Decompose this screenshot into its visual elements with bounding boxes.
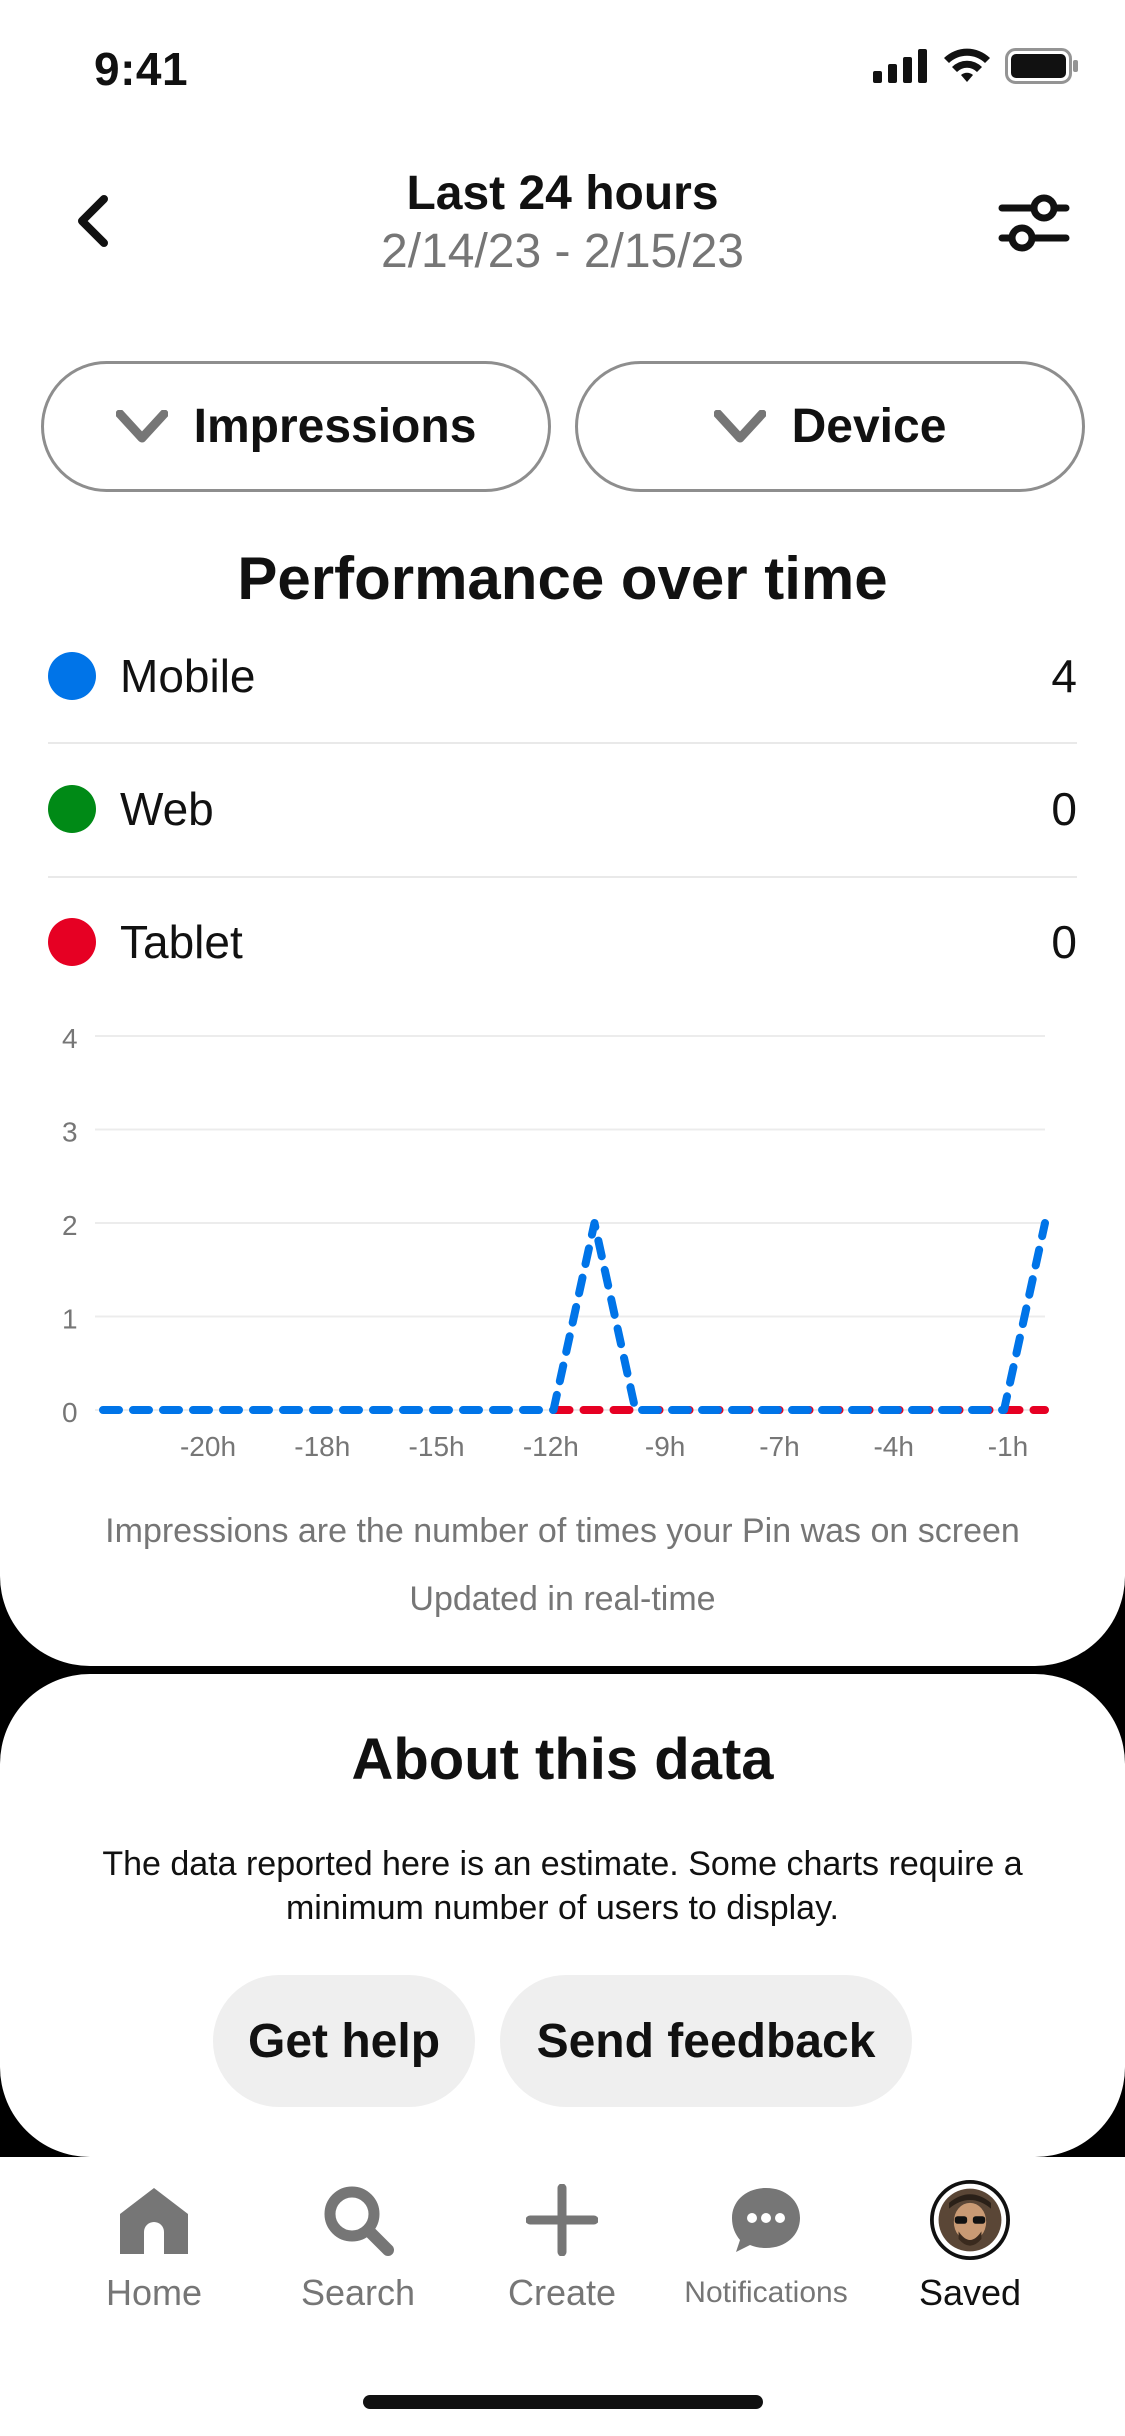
- profile-avatar: [930, 2180, 1010, 2260]
- legend-row-tablet: Tablet 0: [48, 892, 1077, 992]
- tab-home[interactable]: Home: [54, 2180, 254, 2320]
- updated-note: Updated in real-time: [409, 1580, 716, 1618]
- legend-label: Tablet: [120, 916, 243, 968]
- chat-bubble-icon: [732, 2188, 800, 2252]
- x-tick-label: -1h: [988, 1431, 1028, 1462]
- tab-label: Search: [300, 2272, 416, 2313]
- legend-value: 0: [1051, 783, 1077, 835]
- tab-label: Notifications: [684, 2276, 848, 2309]
- filter-button[interactable]: [998, 190, 1070, 256]
- y-tick-label: 1: [62, 1304, 78, 1335]
- battery-icon: [1005, 48, 1078, 84]
- get-help-button[interactable]: Get help: [213, 1975, 475, 2107]
- chevron-down-icon: [713, 409, 766, 442]
- tab-label: Saved: [918, 2272, 1022, 2313]
- section-title: Performance over time: [237, 545, 888, 612]
- sliders-icon: [998, 194, 1070, 252]
- legend-row-mobile: Mobile 4: [48, 626, 1077, 726]
- y-tick-label: 4: [62, 1023, 78, 1054]
- x-tick-label: -4h: [873, 1431, 913, 1462]
- home-icon: [120, 2188, 188, 2254]
- legend-dot: [48, 652, 96, 700]
- legend-value: 4: [1051, 650, 1077, 702]
- about-title: About this data: [351, 1727, 774, 1792]
- wifi-icon: [944, 48, 990, 82]
- x-tick-label: -18h: [294, 1431, 350, 1462]
- legend-dot: [48, 785, 96, 833]
- cellular-signal-icon: [873, 49, 927, 83]
- legend-label: Mobile: [120, 650, 256, 702]
- y-tick-label: 3: [62, 1117, 78, 1148]
- divider: [48, 742, 1077, 744]
- date-range: 2/14/23 - 2/15/23: [381, 225, 744, 278]
- breakdown-dropdown-label: Device: [791, 400, 947, 453]
- status-time: 9:41: [94, 43, 189, 95]
- impressions-note: Impressions are the number of times your…: [105, 1512, 1020, 1550]
- legend-row-web: Web 0: [48, 759, 1077, 859]
- metric-dropdown[interactable]: Impressions: [41, 361, 551, 492]
- tab-label: Home: [105, 2272, 203, 2313]
- x-tick-label: -20h: [180, 1431, 236, 1462]
- breakdown-dropdown[interactable]: Device: [575, 361, 1085, 492]
- legend-value: 0: [1051, 916, 1077, 968]
- tab-search[interactable]: Search: [258, 2180, 458, 2320]
- tab-create[interactable]: Create: [462, 2180, 662, 2320]
- chevron-down-icon: [115, 409, 168, 442]
- status-icons: [873, 48, 1079, 84]
- x-tick-label: -9h: [645, 1431, 685, 1462]
- tab-label: Create: [507, 2272, 617, 2313]
- x-tick-label: -7h: [759, 1431, 799, 1462]
- tab-notifications[interactable]: Notifications: [666, 2180, 866, 2320]
- y-tick-label: 2: [62, 1210, 78, 1241]
- divider: [48, 876, 1077, 878]
- search-icon: [324, 2186, 394, 2256]
- x-tick-label: -15h: [409, 1431, 465, 1462]
- legend-label: Web: [120, 783, 214, 835]
- plus-icon: [526, 2184, 598, 2256]
- send-feedback-button[interactable]: Send feedback: [500, 1975, 912, 2107]
- tab-saved[interactable]: Saved: [870, 2180, 1070, 2320]
- home-indicator: [363, 2395, 763, 2409]
- x-tick-label: -12h: [523, 1431, 579, 1462]
- metric-dropdown-label: Impressions: [193, 400, 477, 453]
- y-tick-label: 0: [62, 1397, 78, 1428]
- page-title: Last 24 hours: [406, 167, 719, 220]
- performance-chart: 0 1 2 3 4 -20h -18h -15h -12h -9h -7h -4h -1h: [62, 1023, 1049, 1462]
- legend-dot: [48, 918, 96, 966]
- about-text: The data reported here is an estimate. S…: [102, 1845, 1023, 1927]
